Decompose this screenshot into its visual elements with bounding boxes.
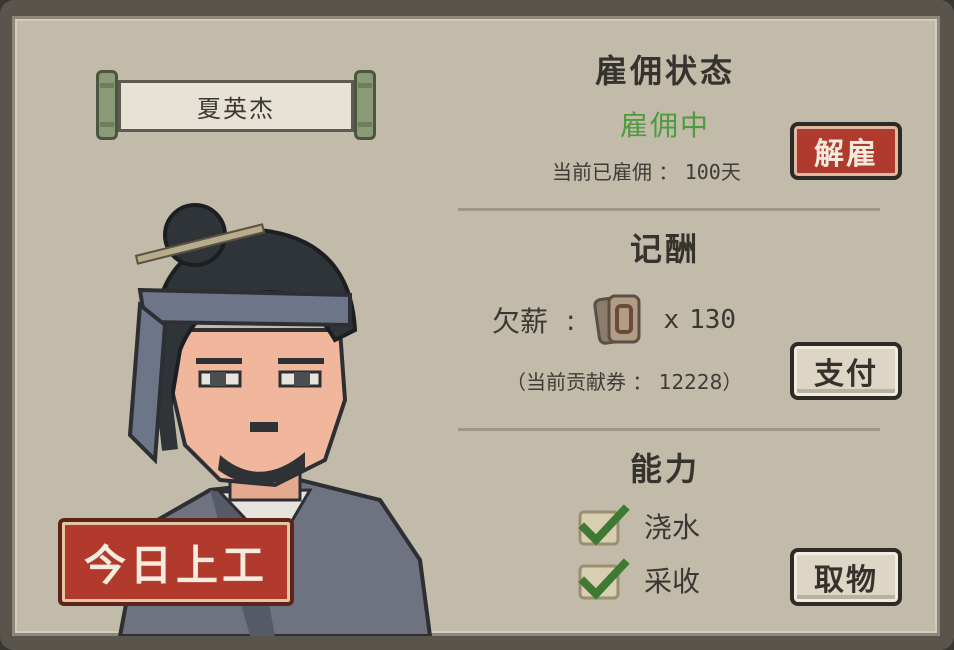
- voucher-token-icon: [593, 294, 641, 345]
- ability-label: 采收: [644, 565, 701, 598]
- dismiss-button[interactable]: 解雇: [790, 122, 902, 180]
- ability-item-watering[interactable]: 浇水: [576, 504, 700, 548]
- take-item-button[interactable]: 取物: [790, 548, 902, 606]
- hired-days: 当前已雇佣 ： 100天: [552, 156, 741, 185]
- employment-title: 雇佣状态: [594, 52, 735, 90]
- checkbox-check-icon[interactable]: [576, 558, 630, 602]
- owed-multiplier: x: [663, 305, 680, 335]
- hired-days-label: 当前已雇佣: [552, 160, 652, 184]
- hired-days-value: 100天: [684, 160, 741, 184]
- wages-title: 记酬: [629, 230, 700, 268]
- owed-wage-row: 欠薪 : x 130: [492, 290, 736, 350]
- owed-colon: :: [566, 303, 576, 337]
- owed-label: 欠薪: [492, 305, 549, 338]
- ability-label: 浇水: [644, 511, 701, 544]
- owed-amount: 130: [689, 305, 737, 335]
- pay-button[interactable]: 支付: [790, 342, 902, 400]
- scroll-roll-right: [354, 70, 376, 140]
- today-work-stamp: 今日上工: [58, 518, 294, 606]
- ability-item-harvest[interactable]: 采收: [576, 558, 700, 602]
- section-divider-1: [458, 208, 880, 211]
- section-divider-2: [458, 428, 880, 431]
- name-scroll: 夏英杰: [96, 70, 376, 140]
- checkbox-check-icon[interactable]: [576, 504, 630, 548]
- abilities-title: 能力: [629, 450, 700, 488]
- hired-days-colon: ：: [658, 160, 685, 184]
- character-name: 夏英杰: [118, 80, 354, 132]
- scroll-roll-left: [96, 70, 118, 140]
- voucher-balance: （当前贡献券 ： 12228）: [506, 370, 743, 394]
